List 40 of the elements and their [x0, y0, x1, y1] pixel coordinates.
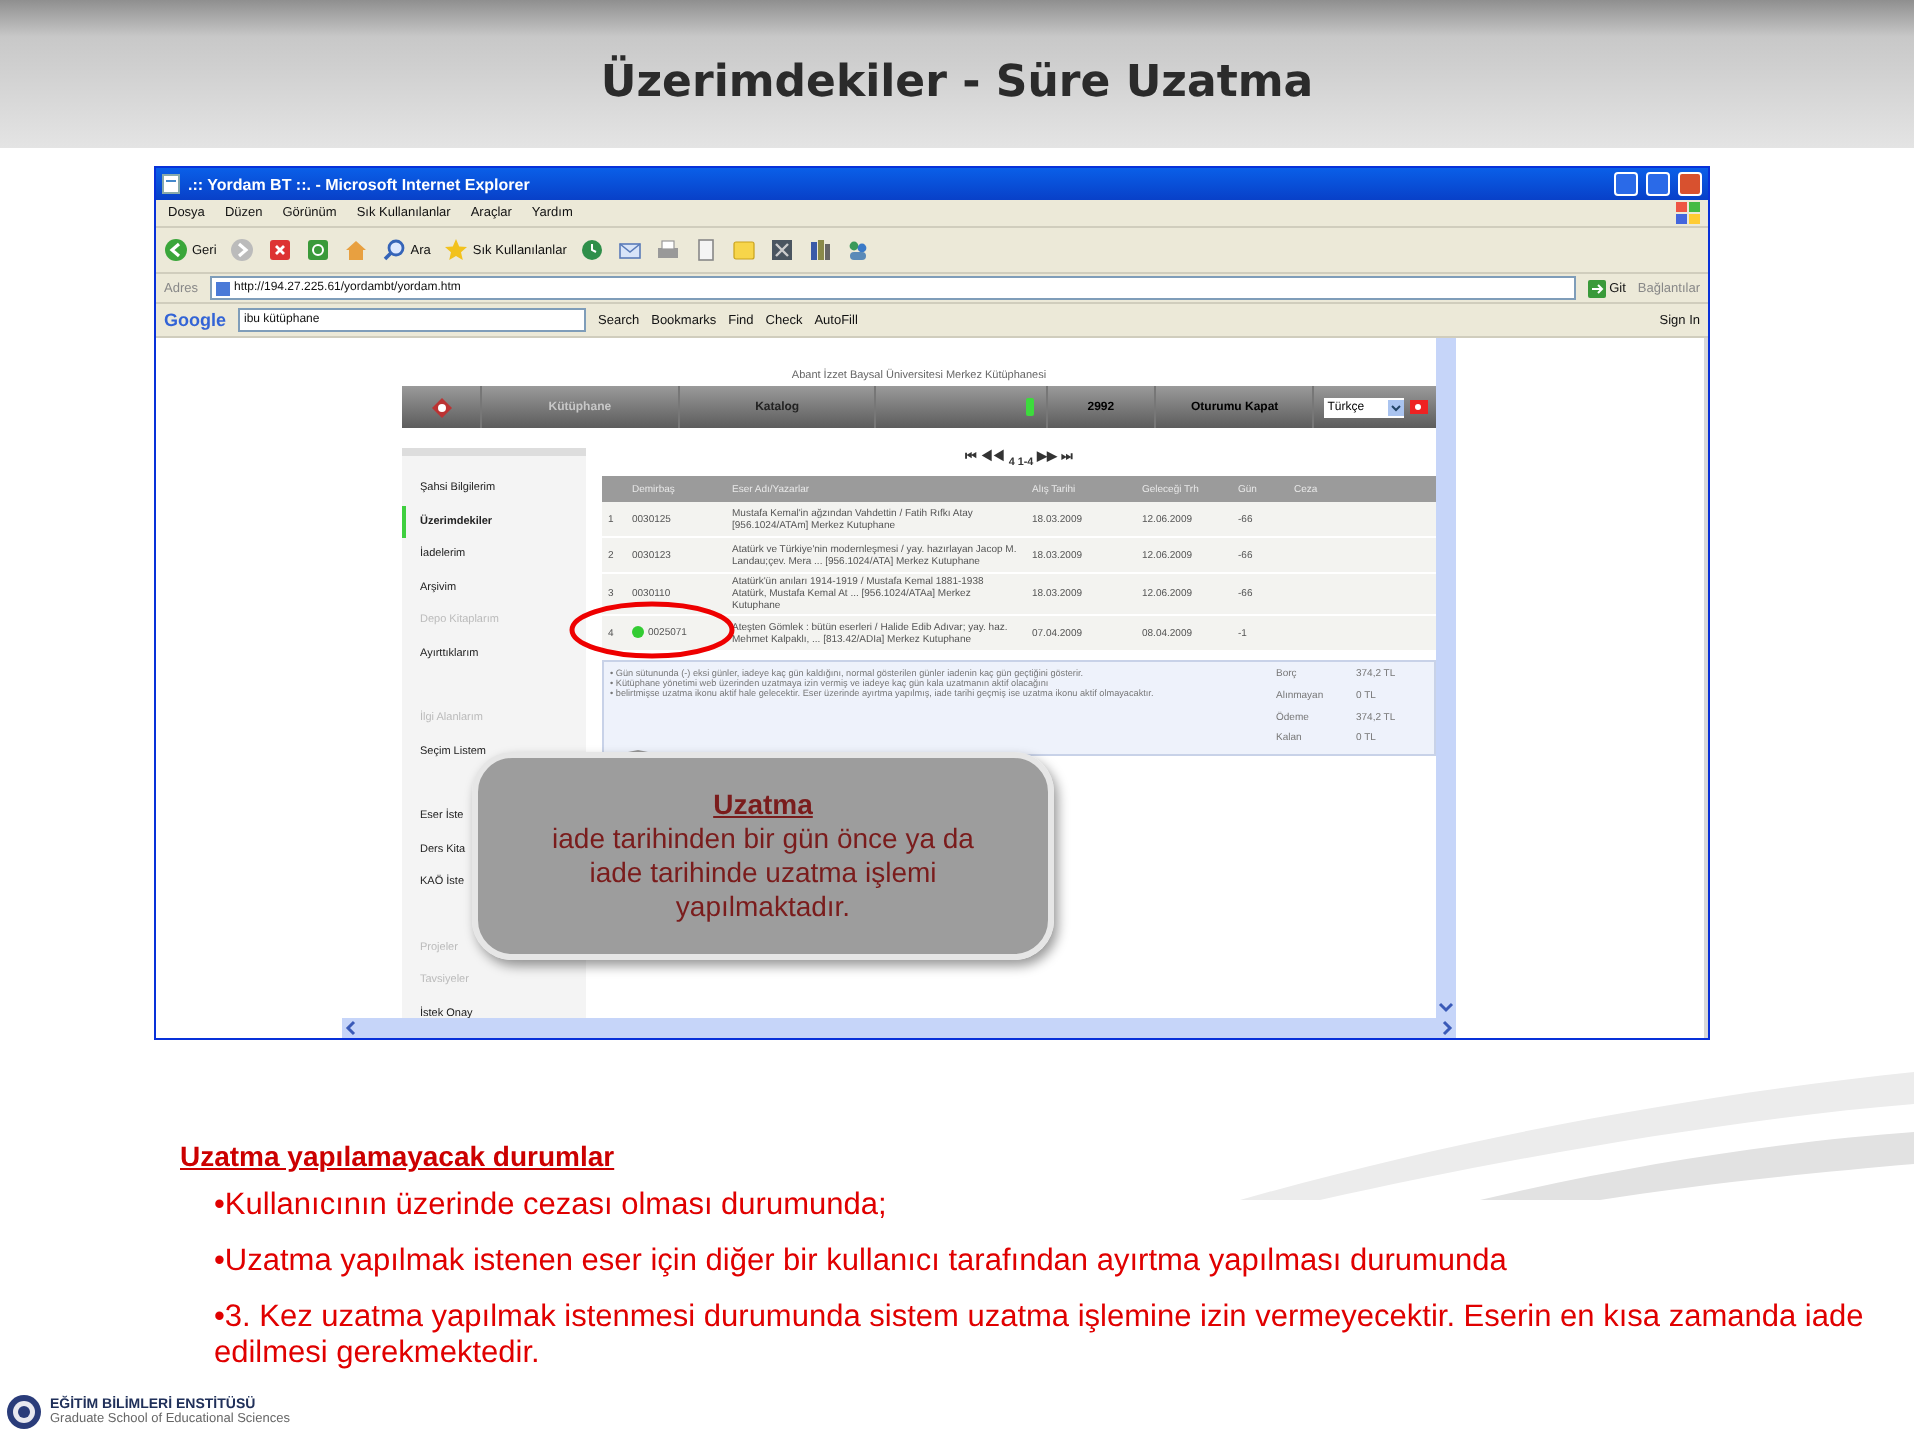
people-icon [846, 238, 871, 262]
caret-icon [1387, 399, 1404, 415]
page-icon [215, 281, 230, 295]
document-icon [694, 238, 719, 262]
folder-icon [732, 238, 757, 262]
flag-icon [1409, 400, 1428, 414]
slide-title: Üzerimdekiler - Süre Uzatma [600, 57, 1314, 107]
back-icon [164, 238, 188, 262]
books-icon [808, 238, 833, 262]
google-logo: Google [164, 310, 226, 330]
note-text: •3. Kez uzatma yapılmak istenmesi durumunda sistem uzatma işlemine izin vermeyecektir. Eserin en kısa zamanda iade edilmesi gerekmektedir. [214, 1300, 1866, 1372]
search-icon [382, 238, 407, 262]
close-button[interactable] [1678, 172, 1702, 196]
scroll-down-icon [1436, 998, 1456, 1018]
stop-icon [268, 238, 293, 262]
callout-text: iade tarihinden bir gün önce ya da iade tarihinde uzatma işlemi yapılmaktadır. [552, 822, 974, 924]
page-icon [162, 174, 180, 194]
note-text: •Kullanıcının üzerinde cezası olması durumunda; [214, 1188, 889, 1224]
status-indicator-icon [1025, 398, 1034, 416]
logo-icon [431, 397, 452, 417]
arrow-icon [1587, 279, 1606, 297]
house-icon [344, 238, 369, 262]
callout-title: Uzatma [713, 788, 813, 822]
emblem-icon [6, 1394, 42, 1430]
forward-icon [230, 238, 255, 262]
page-range: 4 1-4 [1008, 456, 1034, 469]
clock-icon [580, 238, 605, 262]
star-icon [444, 238, 469, 262]
window-title: .:: Yordam BT ::. - Microsoft Internet Explorer [188, 175, 532, 193]
windows-logo-icon [1676, 202, 1700, 224]
square-icon [770, 238, 795, 262]
minimize-button[interactable] [1614, 172, 1638, 196]
scrollbar[interactable] [1436, 338, 1456, 1018]
printer-icon [656, 238, 681, 262]
notes-heading: Uzatma yapılamayacak durumlar [180, 1140, 617, 1172]
maximize-button[interactable] [1646, 172, 1670, 196]
note-text: •Uzatma yapılmak istenen eser için diğer bir kullanıcı tarafından ayırtma yapılması durumunda [214, 1244, 1509, 1280]
scrollbar[interactable] [342, 1018, 1456, 1038]
refresh-icon [306, 238, 331, 262]
envelope-icon [618, 238, 643, 262]
